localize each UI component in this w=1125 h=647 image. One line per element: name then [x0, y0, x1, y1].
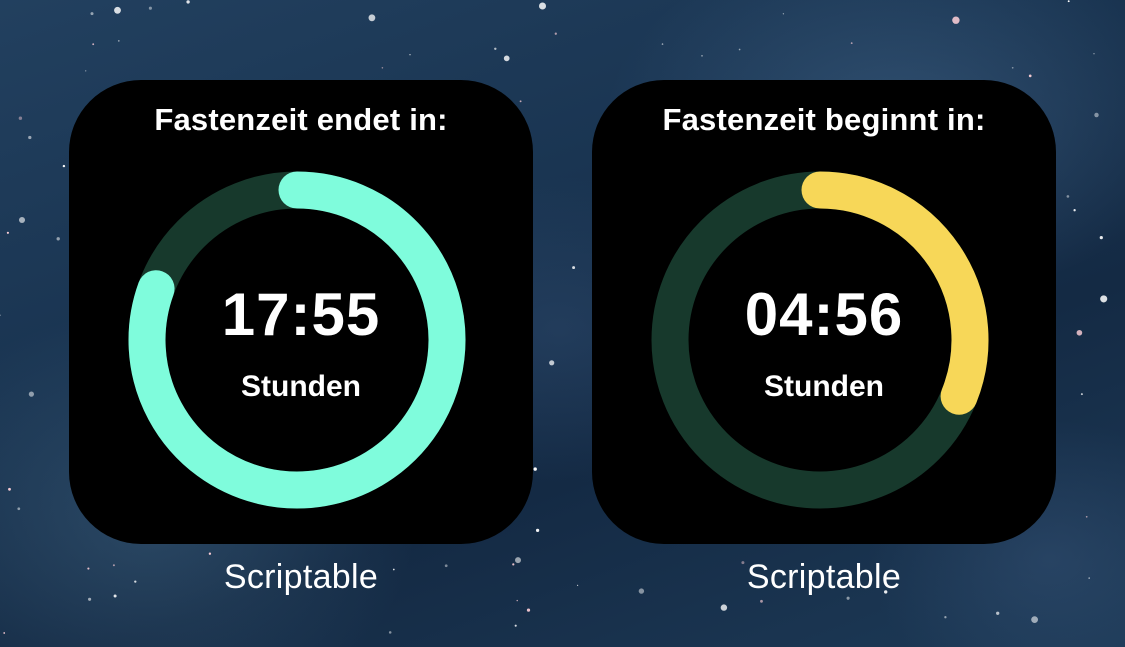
star — [701, 55, 703, 57]
star — [114, 6, 121, 14]
star — [549, 360, 555, 366]
star — [572, 266, 576, 270]
star — [514, 624, 517, 627]
star — [996, 611, 1000, 615]
star — [62, 164, 66, 168]
star — [1093, 53, 1095, 55]
star — [6, 231, 9, 234]
widget-app-label: Scriptable — [746, 558, 902, 596]
star — [1085, 515, 1088, 518]
star — [88, 597, 92, 601]
time-unit: Stunden — [241, 370, 361, 403]
star — [117, 40, 120, 42]
star — [1028, 74, 1032, 78]
star — [944, 616, 947, 619]
star — [409, 54, 411, 56]
star — [516, 599, 518, 602]
star — [846, 596, 850, 600]
star — [18, 216, 26, 224]
star — [85, 70, 87, 72]
star — [1080, 393, 1083, 396]
star — [1099, 236, 1103, 240]
star — [576, 584, 579, 587]
fasting-start-widget[interactable]: Fastenzeit beginnt in: 04:56 Stunden — [592, 80, 1056, 544]
star — [28, 135, 32, 140]
star — [720, 604, 728, 611]
star — [17, 507, 21, 511]
star — [1011, 66, 1014, 69]
star — [1088, 577, 1090, 579]
star — [28, 391, 35, 397]
star — [850, 42, 853, 45]
star — [760, 599, 763, 603]
star — [1073, 209, 1076, 212]
star — [952, 16, 960, 24]
remaining-time: 17:55 — [221, 281, 381, 348]
fasting-end-widget[interactable]: Fastenzeit endet in: 17:55 Stunden — [69, 80, 533, 544]
star — [494, 47, 497, 51]
star — [554, 32, 557, 35]
star — [533, 467, 537, 471]
star — [661, 43, 664, 45]
star — [381, 67, 384, 69]
star — [8, 487, 11, 491]
star — [535, 528, 540, 533]
star — [368, 14, 376, 22]
time-unit: Stunden — [764, 370, 884, 403]
star — [3, 632, 6, 634]
star — [18, 116, 23, 120]
star — [1067, 0, 1070, 3]
star — [1100, 295, 1108, 303]
star — [503, 55, 510, 62]
star — [1076, 329, 1083, 336]
star — [90, 12, 94, 16]
star — [208, 552, 212, 555]
star — [526, 608, 531, 612]
star — [148, 6, 152, 10]
star — [1066, 195, 1070, 198]
star — [92, 43, 95, 46]
star — [538, 2, 547, 10]
star — [738, 48, 741, 51]
star — [388, 631, 392, 634]
star — [1031, 616, 1038, 623]
star — [56, 237, 60, 241]
star — [782, 13, 785, 15]
star — [1094, 112, 1099, 118]
widget-app-label: Scriptable — [223, 558, 379, 596]
star — [0, 314, 1, 316]
star — [186, 0, 190, 4]
remaining-time: 04:56 — [744, 281, 904, 348]
